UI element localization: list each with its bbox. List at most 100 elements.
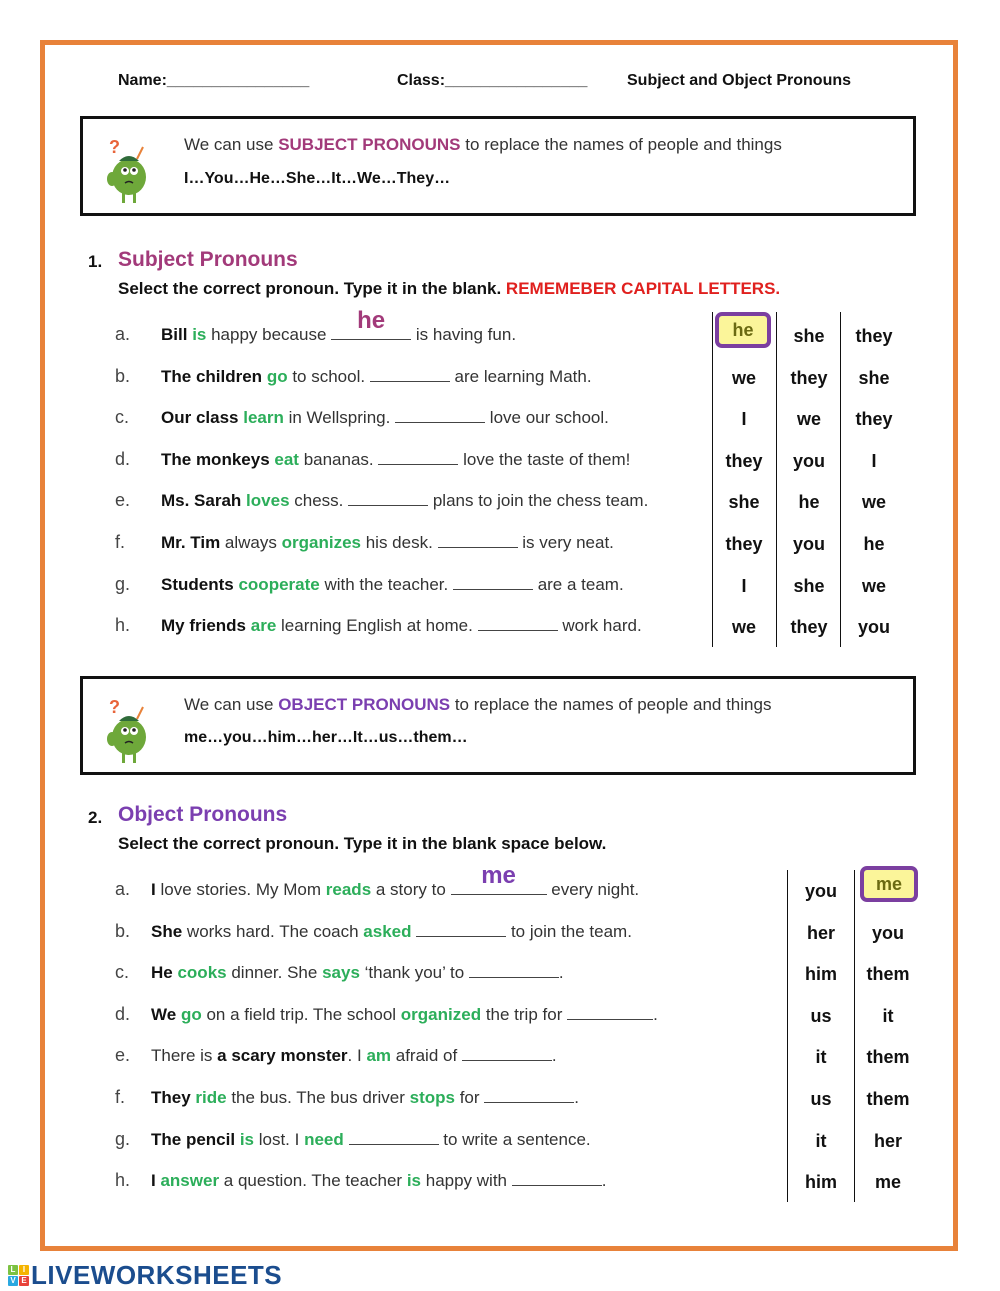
answer-blank-input[interactable] — [348, 490, 429, 507]
choice-option[interactable]: he — [715, 312, 771, 348]
sentence-text: love the taste of them! — [458, 449, 631, 469]
subject-pronoun-list: I…You…He…She…It…We…They… — [184, 170, 451, 187]
sentence-subject: Ms. Sarah — [161, 491, 242, 511]
choice-option[interactable]: you — [842, 609, 906, 645]
choice-option[interactable]: me — [856, 1164, 920, 1200]
sentence-text: are learning Math. — [449, 366, 592, 386]
sentence-subject: The children — [161, 366, 263, 386]
choice-option[interactable]: it — [789, 1039, 853, 1075]
answer-blank-input[interactable] — [395, 407, 486, 424]
question-row: d. We go on a field trip. The school orga… — [115, 1004, 658, 1028]
worksheet-header: Name:________________ Class:____________… — [0, 72, 1000, 96]
sentence-text: learning English at home. — [276, 616, 478, 636]
choice-option[interactable]: them — [856, 1081, 920, 1117]
sentence-emphasis: a scary monster — [217, 1046, 348, 1066]
answer-blank-input[interactable]: me — [450, 862, 547, 895]
choice-option[interactable]: we — [842, 484, 906, 520]
answer-blank-input[interactable] — [484, 1087, 575, 1103]
choice-option[interactable]: they — [777, 360, 841, 396]
answer-blank-input[interactable] — [468, 962, 559, 979]
sentence-text: chess. — [289, 491, 349, 511]
question-letter: g. — [115, 1128, 131, 1149]
answer-blank-input[interactable] — [511, 1170, 602, 1187]
section-1-number: 1. — [88, 252, 103, 271]
section-2-title: Object Pronouns — [118, 803, 288, 826]
sentence-text: every night. — [546, 880, 640, 899]
choice-option[interactable]: her — [856, 1123, 920, 1159]
choice-option[interactable]: I — [712, 401, 776, 437]
answer-blank-input[interactable] — [567, 1004, 654, 1020]
object-pronoun-list: me…you…him…her…It…us…them… — [184, 729, 468, 746]
choice-option[interactable]: he — [777, 484, 841, 520]
choice-option[interactable]: you — [856, 915, 920, 951]
sentence-verb: cooks — [177, 963, 227, 983]
sentence-verb: reads — [325, 880, 372, 899]
choice-option[interactable]: him — [789, 1164, 853, 1200]
answer-blank-input[interactable] — [348, 1129, 439, 1145]
choice-option[interactable]: you — [777, 526, 841, 562]
question-letter: a. — [115, 324, 131, 344]
choice-option[interactable]: you — [777, 443, 841, 479]
answer-blank-input[interactable] — [378, 449, 459, 465]
choice-option[interactable]: it — [789, 1123, 853, 1159]
choice-option[interactable]: she — [777, 568, 841, 604]
choice-option[interactable]: she — [777, 318, 841, 354]
choice-option[interactable]: they — [712, 526, 776, 562]
sentence-subject: Bill — [161, 325, 188, 344]
choice-option[interactable]: me — [860, 866, 918, 902]
choice-option[interactable]: they — [842, 318, 906, 354]
sentence-text: his desk. — [360, 533, 438, 552]
choice-option[interactable]: he — [842, 526, 906, 562]
sentence-text: afraid of — [391, 1046, 462, 1066]
question-row: b. The children go to school. are learnin… — [115, 366, 592, 390]
typed-answer[interactable]: me — [451, 862, 547, 890]
choice-option[interactable]: we — [712, 360, 776, 396]
sentence-verb: says — [322, 963, 360, 983]
choice-option[interactable]: I — [842, 443, 906, 479]
choice-option[interactable]: we — [842, 568, 906, 604]
choice-option[interactable]: we — [712, 609, 776, 645]
question-row: h. My friends are learning English at hom… — [115, 615, 642, 639]
sentence-text: happy because — [206, 325, 332, 344]
sentence-text: . I — [347, 1046, 367, 1066]
question-row: f. Mr. Tim always organizes his desk. is … — [115, 532, 614, 556]
choice-option[interactable]: them — [856, 1039, 920, 1075]
choice-option[interactable]: we — [777, 401, 841, 437]
choice-option[interactable]: them — [856, 956, 920, 992]
answer-blank-input[interactable] — [437, 532, 518, 548]
answer-blank-input[interactable]: he — [331, 307, 412, 340]
choice-option[interactable]: they — [777, 609, 841, 645]
object-pronoun-info-box: ? We can use OBJECT PRONOUNS to replace … — [80, 676, 916, 775]
choice-option[interactable]: it — [856, 998, 920, 1034]
svg-text:?: ? — [109, 137, 120, 157]
question-row: g. The pencil is lost. I need to write a … — [115, 1129, 591, 1153]
choice-option[interactable]: him — [789, 956, 853, 992]
choice-option[interactable]: us — [789, 1081, 853, 1117]
choice-option[interactable]: she — [712, 484, 776, 520]
question-letter: c. — [115, 962, 130, 983]
choice-option[interactable]: her — [789, 915, 853, 951]
section-2-number: 2. — [88, 808, 103, 827]
sentence-text: . — [653, 1004, 658, 1024]
answer-blank-input[interactable] — [477, 615, 558, 632]
answer-blank-input[interactable] — [416, 921, 507, 937]
sentence-emphasis: She — [151, 921, 183, 941]
choice-option[interactable]: us — [789, 998, 853, 1034]
choice-option[interactable]: they — [842, 401, 906, 437]
sentence-text: are a team. — [532, 574, 624, 594]
choice-option[interactable]: I — [712, 568, 776, 604]
sentence-text: There is — [151, 1046, 218, 1066]
choice-option[interactable]: they — [712, 443, 776, 479]
sentence-text: lost. I — [254, 1129, 305, 1149]
answer-blank-input[interactable] — [452, 574, 533, 590]
info-text: We can use SUBJECT PRONOUNS to replace t… — [184, 135, 782, 154]
question-letter: b. — [115, 920, 131, 941]
choice-option[interactable]: you — [789, 873, 853, 909]
typed-answer[interactable]: he — [331, 307, 411, 335]
section-1-title: Subject Pronouns — [118, 248, 298, 271]
sentence-text: on a field trip. The school — [201, 1004, 401, 1024]
question-row: c. Our class learn in Wellspring. love ou… — [115, 407, 609, 431]
answer-blank-input[interactable] — [461, 1045, 552, 1062]
choice-option[interactable]: she — [842, 360, 906, 396]
answer-blank-input[interactable] — [369, 366, 450, 382]
